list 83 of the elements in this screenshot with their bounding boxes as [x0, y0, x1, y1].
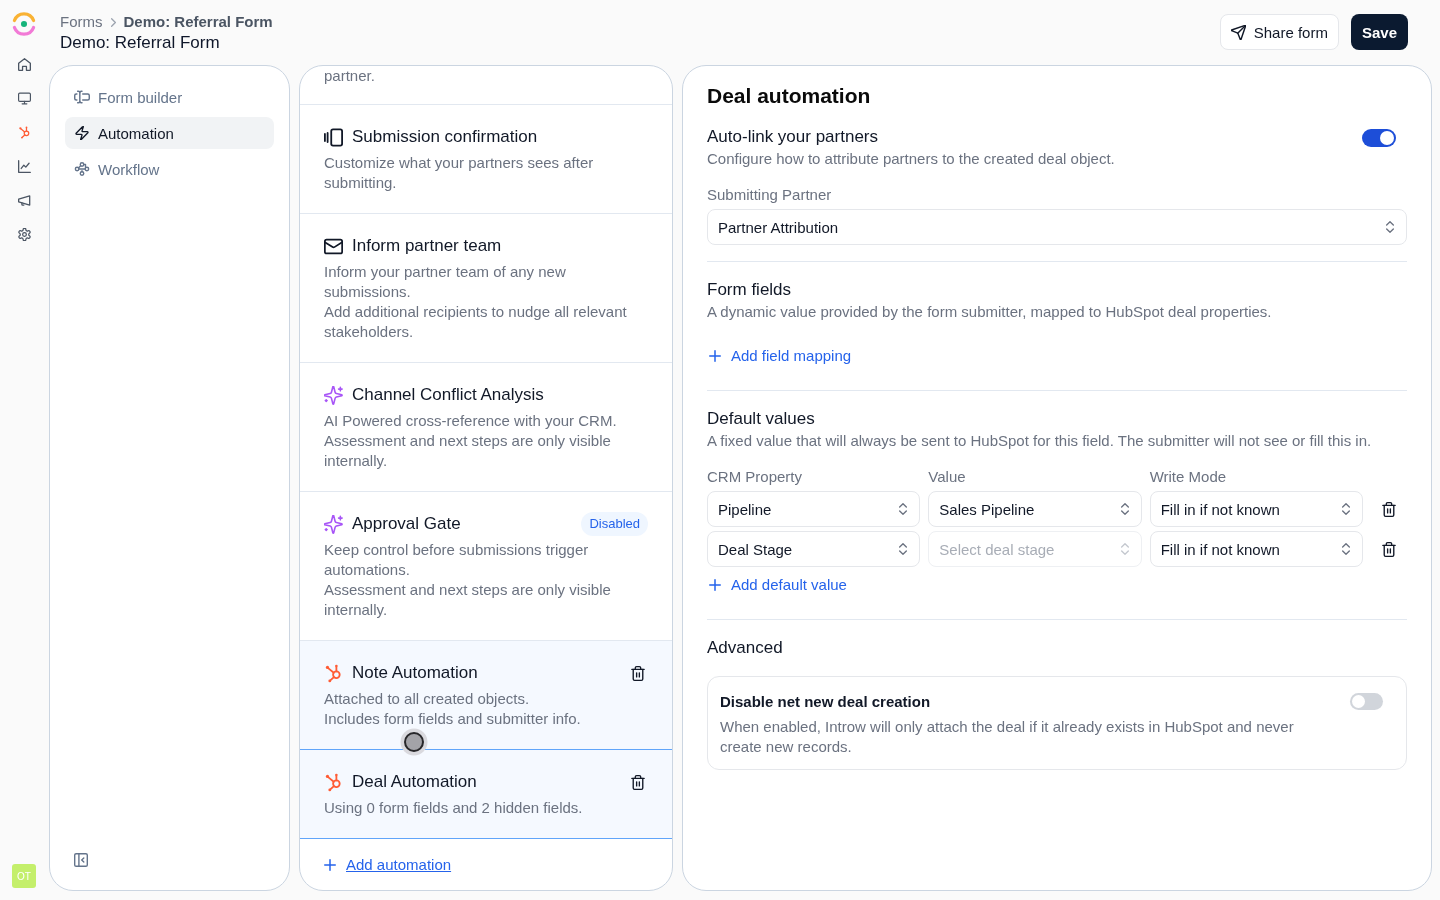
field-label: Submitting Partner [707, 185, 833, 205]
column-header: Write Mode [1149, 467, 1228, 487]
select-field[interactable]: Fill in if not known [1149, 491, 1363, 527]
toggle-switch[interactable] [1350, 693, 1383, 710]
select-field[interactable]: Pipeline [707, 491, 921, 527]
cursor-icon [400, 728, 428, 756]
automation-item[interactable]: Note Automation Attached to all created objects. Includes form fields and submitter info. [300, 641, 672, 750]
section-title: Form fields [707, 279, 793, 301]
automation-description: Attached to all created objects. Includes form fields and submitter info. [324, 689, 582, 729]
save-button[interactable]: Save [1350, 14, 1408, 50]
section-description: A fixed value that will always be sent to HubSpot for this field. The submitter will not see or fill this in. [707, 431, 1373, 451]
chevron-up-down-icon [899, 503, 908, 515]
select-field[interactable]: Partner Attribution [707, 209, 1407, 245]
home-icon[interactable] [17, 57, 31, 71]
sparkles-icon [324, 385, 343, 405]
chevron-up-down-icon [1342, 543, 1350, 555]
automation-description: Inform your partner team of any new submissions. Add additional recipients to nudge all relevant stakeholders. [324, 262, 628, 342]
breadcrumb-current: Demo: Referral Form [123, 12, 273, 32]
sidebar-item[interactable]: Automation [65, 117, 274, 149]
automation-title: Deal Automation [352, 771, 477, 793]
trash-icon[interactable] [1382, 501, 1396, 517]
select-field[interactable]: Deal Stage [707, 531, 921, 567]
automation-title: Inform partner team [352, 235, 502, 257]
column-header: CRM Property [707, 467, 804, 487]
logo-icon[interactable] [12, 12, 36, 36]
automation-title: Channel Conflict Analysis [352, 384, 544, 406]
text-cursor-icon [74, 90, 90, 104]
chevron-up-down-icon [1120, 543, 1129, 555]
chevron-right-icon [110, 17, 116, 27]
plus-icon [324, 859, 336, 871]
automation-title: Submission confirmation [352, 126, 538, 148]
lightning-icon [74, 126, 90, 140]
add-default-value-link[interactable]: Add default value [707, 575, 847, 595]
select-field[interactable]: Sales Pipeline [928, 491, 1142, 527]
chevron-up-down-icon [1342, 503, 1350, 515]
automation-title: Note Automation [352, 662, 478, 684]
status-badge: Disabled [581, 512, 648, 536]
sprocket-icon [324, 772, 343, 792]
sidebar-item[interactable]: Form builder [65, 81, 274, 113]
toggle-switch[interactable] [1362, 129, 1396, 147]
automation-description: Keep control before submissions trigger automations. Assessment and next steps are only visible internally. [324, 540, 612, 620]
add-automation-link[interactable]: Add automation [324, 855, 452, 875]
megaphone-icon[interactable] [17, 193, 31, 207]
monitor-icon[interactable] [17, 91, 31, 105]
chevron-up-down-icon [1386, 221, 1394, 233]
trash-icon[interactable] [631, 665, 645, 681]
column-header: Value [928, 467, 967, 487]
automation-description: Using 0 form fields and 2 hidden fields. [324, 798, 584, 818]
plus-icon [709, 579, 721, 591]
line-chart-icon[interactable] [17, 159, 31, 173]
section-title: Advanced [707, 637, 784, 659]
section-title: Default values [707, 408, 816, 430]
option-description: When enabled, Introw will only attach the deal if it already exists in HubSpot and never create new records. [720, 717, 1295, 757]
section-description: A dynamic value provided by the form submitter, mapped to HubSpot deal properties. [707, 302, 1273, 322]
trash-icon[interactable] [1382, 541, 1396, 557]
phone-bars-icon [324, 127, 343, 147]
automation-title: Approval Gate [352, 513, 461, 535]
page-title: Demo: Referral Form [60, 32, 221, 54]
panel-title: Deal automation [707, 83, 872, 109]
trash-icon[interactable] [631, 774, 645, 790]
section-description: Configure how to attribute partners to the created deal object. [707, 149, 1115, 169]
automation-item[interactable]: Deal Automation Using 0 form fields and 2 hidden fields. [300, 750, 672, 839]
settings-icon[interactable] [17, 227, 31, 241]
workflow-icon [74, 162, 90, 176]
add-field-mapping-link[interactable]: Add field mapping [707, 346, 852, 366]
option-title: Disable net new deal creation [720, 692, 932, 712]
section-title: Auto-link your partners [707, 126, 880, 148]
share-button[interactable]: Share form [1219, 14, 1339, 50]
select-field[interactable]: Fill in if not known [1149, 531, 1363, 567]
breadcrumb-link[interactable]: Forms [60, 12, 103, 32]
automation-description: Customize what your partners sees after submitting. [324, 153, 595, 193]
sprocket-icon[interactable] [17, 125, 31, 139]
automation-description: AI Powered cross-reference with your CRM. Assessment and next steps are only visible internally. [324, 411, 618, 471]
mail-icon [324, 236, 343, 256]
sprocket-icon [324, 663, 343, 683]
sparkles-icon [324, 514, 343, 534]
chevron-up-down-icon [1120, 503, 1129, 515]
panel-collapse-icon[interactable] [74, 853, 88, 867]
chevron-up-down-icon [899, 543, 908, 555]
automation-description: partner. [324, 66, 376, 86]
sidebar-item[interactable]: Workflow [65, 153, 274, 185]
send-icon [1230, 24, 1246, 40]
plus-icon [709, 350, 721, 362]
